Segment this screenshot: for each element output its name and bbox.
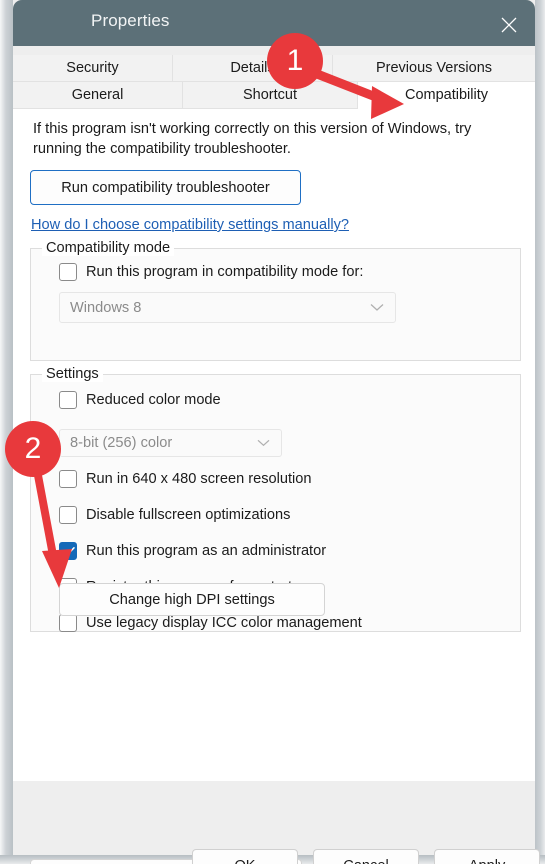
tab-label: Compatibility [405, 87, 488, 103]
legacy-icc-color-management-checkbox[interactable]: Use legacy display ICC color management [59, 614, 362, 632]
button-label: Cancel [343, 858, 388, 864]
compatibility-settings-help-link[interactable]: How do I choose compatibility settings m… [31, 217, 349, 233]
select-value: 8-bit (256) color [70, 435, 173, 451]
tab-label: General [71, 87, 124, 103]
window-title: Properties [91, 11, 170, 30]
compatibility-mode-group: Compatibility mode Run this program in c… [30, 240, 521, 361]
compatibility-mode-select[interactable]: Windows 8 [59, 292, 396, 323]
properties-dialog-window: Properties Security Details Previous Ver… [0, 0, 545, 864]
checkbox-box [59, 263, 77, 281]
run-as-administrator-checkbox[interactable]: Run this program as an administrator [59, 542, 326, 560]
chevron-down-icon [257, 434, 270, 452]
ok-button[interactable]: OK [192, 849, 298, 864]
tab-details[interactable]: Details [173, 55, 333, 82]
disable-fullscreen-optimizations-checkbox[interactable]: Disable fullscreen optimizations [59, 506, 290, 524]
chevron-down-icon [370, 299, 384, 317]
tab-label: Previous Versions [375, 60, 493, 76]
checkbox-label: Use legacy display ICC color management [86, 615, 362, 631]
tab-compatibility[interactable]: Compatibility [358, 82, 535, 109]
checkbox-label: Run this program as an administrator [86, 543, 327, 559]
checkbox-label: Reduced color mode [86, 392, 221, 408]
checkbox-label: Run this program in compatibility mode f… [86, 264, 364, 280]
checkbox-box [59, 391, 77, 409]
compatibility-tab-page: If this program isn't working correctly … [13, 109, 535, 864]
intro-text: If this program isn't working correctly … [33, 121, 472, 157]
checkbox-label: Run in 640 x 480 screen resolution [86, 471, 312, 487]
window-left-edge [0, 0, 13, 864]
group-title: Settings [42, 366, 103, 382]
tab-row-1: Security Details Previous Versions [13, 55, 535, 82]
settings-group: Settings Reduced color mode 8-bit (256) … [30, 366, 521, 632]
button-label: Change high DPI settings [109, 591, 275, 608]
run-compatibility-troubleshooter-button[interactable]: Run compatibility troubleshooter [30, 170, 301, 205]
button-label: Apply [469, 858, 506, 864]
group-title: Compatibility mode [42, 240, 175, 256]
run-640x480-checkbox[interactable]: Run in 640 x 480 screen resolution [59, 470, 312, 488]
cancel-button[interactable]: Cancel [313, 849, 419, 864]
tab-label: Security [66, 60, 119, 76]
tab-security[interactable]: Security [13, 55, 173, 82]
color-depth-select[interactable]: 8-bit (256) color [59, 429, 282, 457]
title-bar: Properties [13, 0, 535, 46]
button-label: Run compatibility troubleshooter [61, 179, 270, 196]
checkbox-box [59, 470, 77, 488]
checkbox-box [59, 614, 77, 632]
run-in-compatibility-mode-checkbox[interactable]: Run this program in compatibility mode f… [59, 263, 363, 281]
checkbox-label: Disable fullscreen optimizations [86, 507, 291, 523]
change-high-dpi-settings-button[interactable]: Change high DPI settings [59, 583, 325, 616]
dialog-footer: OK Cancel Apply [13, 781, 540, 864]
dialog-body: Security Details Previous Versions Gener… [13, 46, 540, 864]
tab-shortcut[interactable]: Shortcut [183, 82, 358, 109]
select-value: Windows 8 [70, 299, 142, 316]
close-button[interactable] [483, 0, 535, 46]
tab-strip: Security Details Previous Versions Gener… [13, 55, 535, 109]
apply-button[interactable]: Apply [434, 849, 540, 864]
tab-previous-versions[interactable]: Previous Versions [333, 55, 535, 82]
tab-row-2: General Shortcut Compatibility [13, 82, 535, 109]
window-right-edge [535, 0, 545, 864]
reduced-color-mode-checkbox[interactable]: Reduced color mode [59, 391, 221, 409]
tab-label: Details [230, 60, 275, 76]
checkbox-box-checked [59, 542, 77, 560]
tab-general[interactable]: General [13, 82, 183, 109]
tab-label: Shortcut [243, 87, 297, 103]
button-label: OK [234, 858, 255, 864]
checkbox-box [59, 506, 77, 524]
